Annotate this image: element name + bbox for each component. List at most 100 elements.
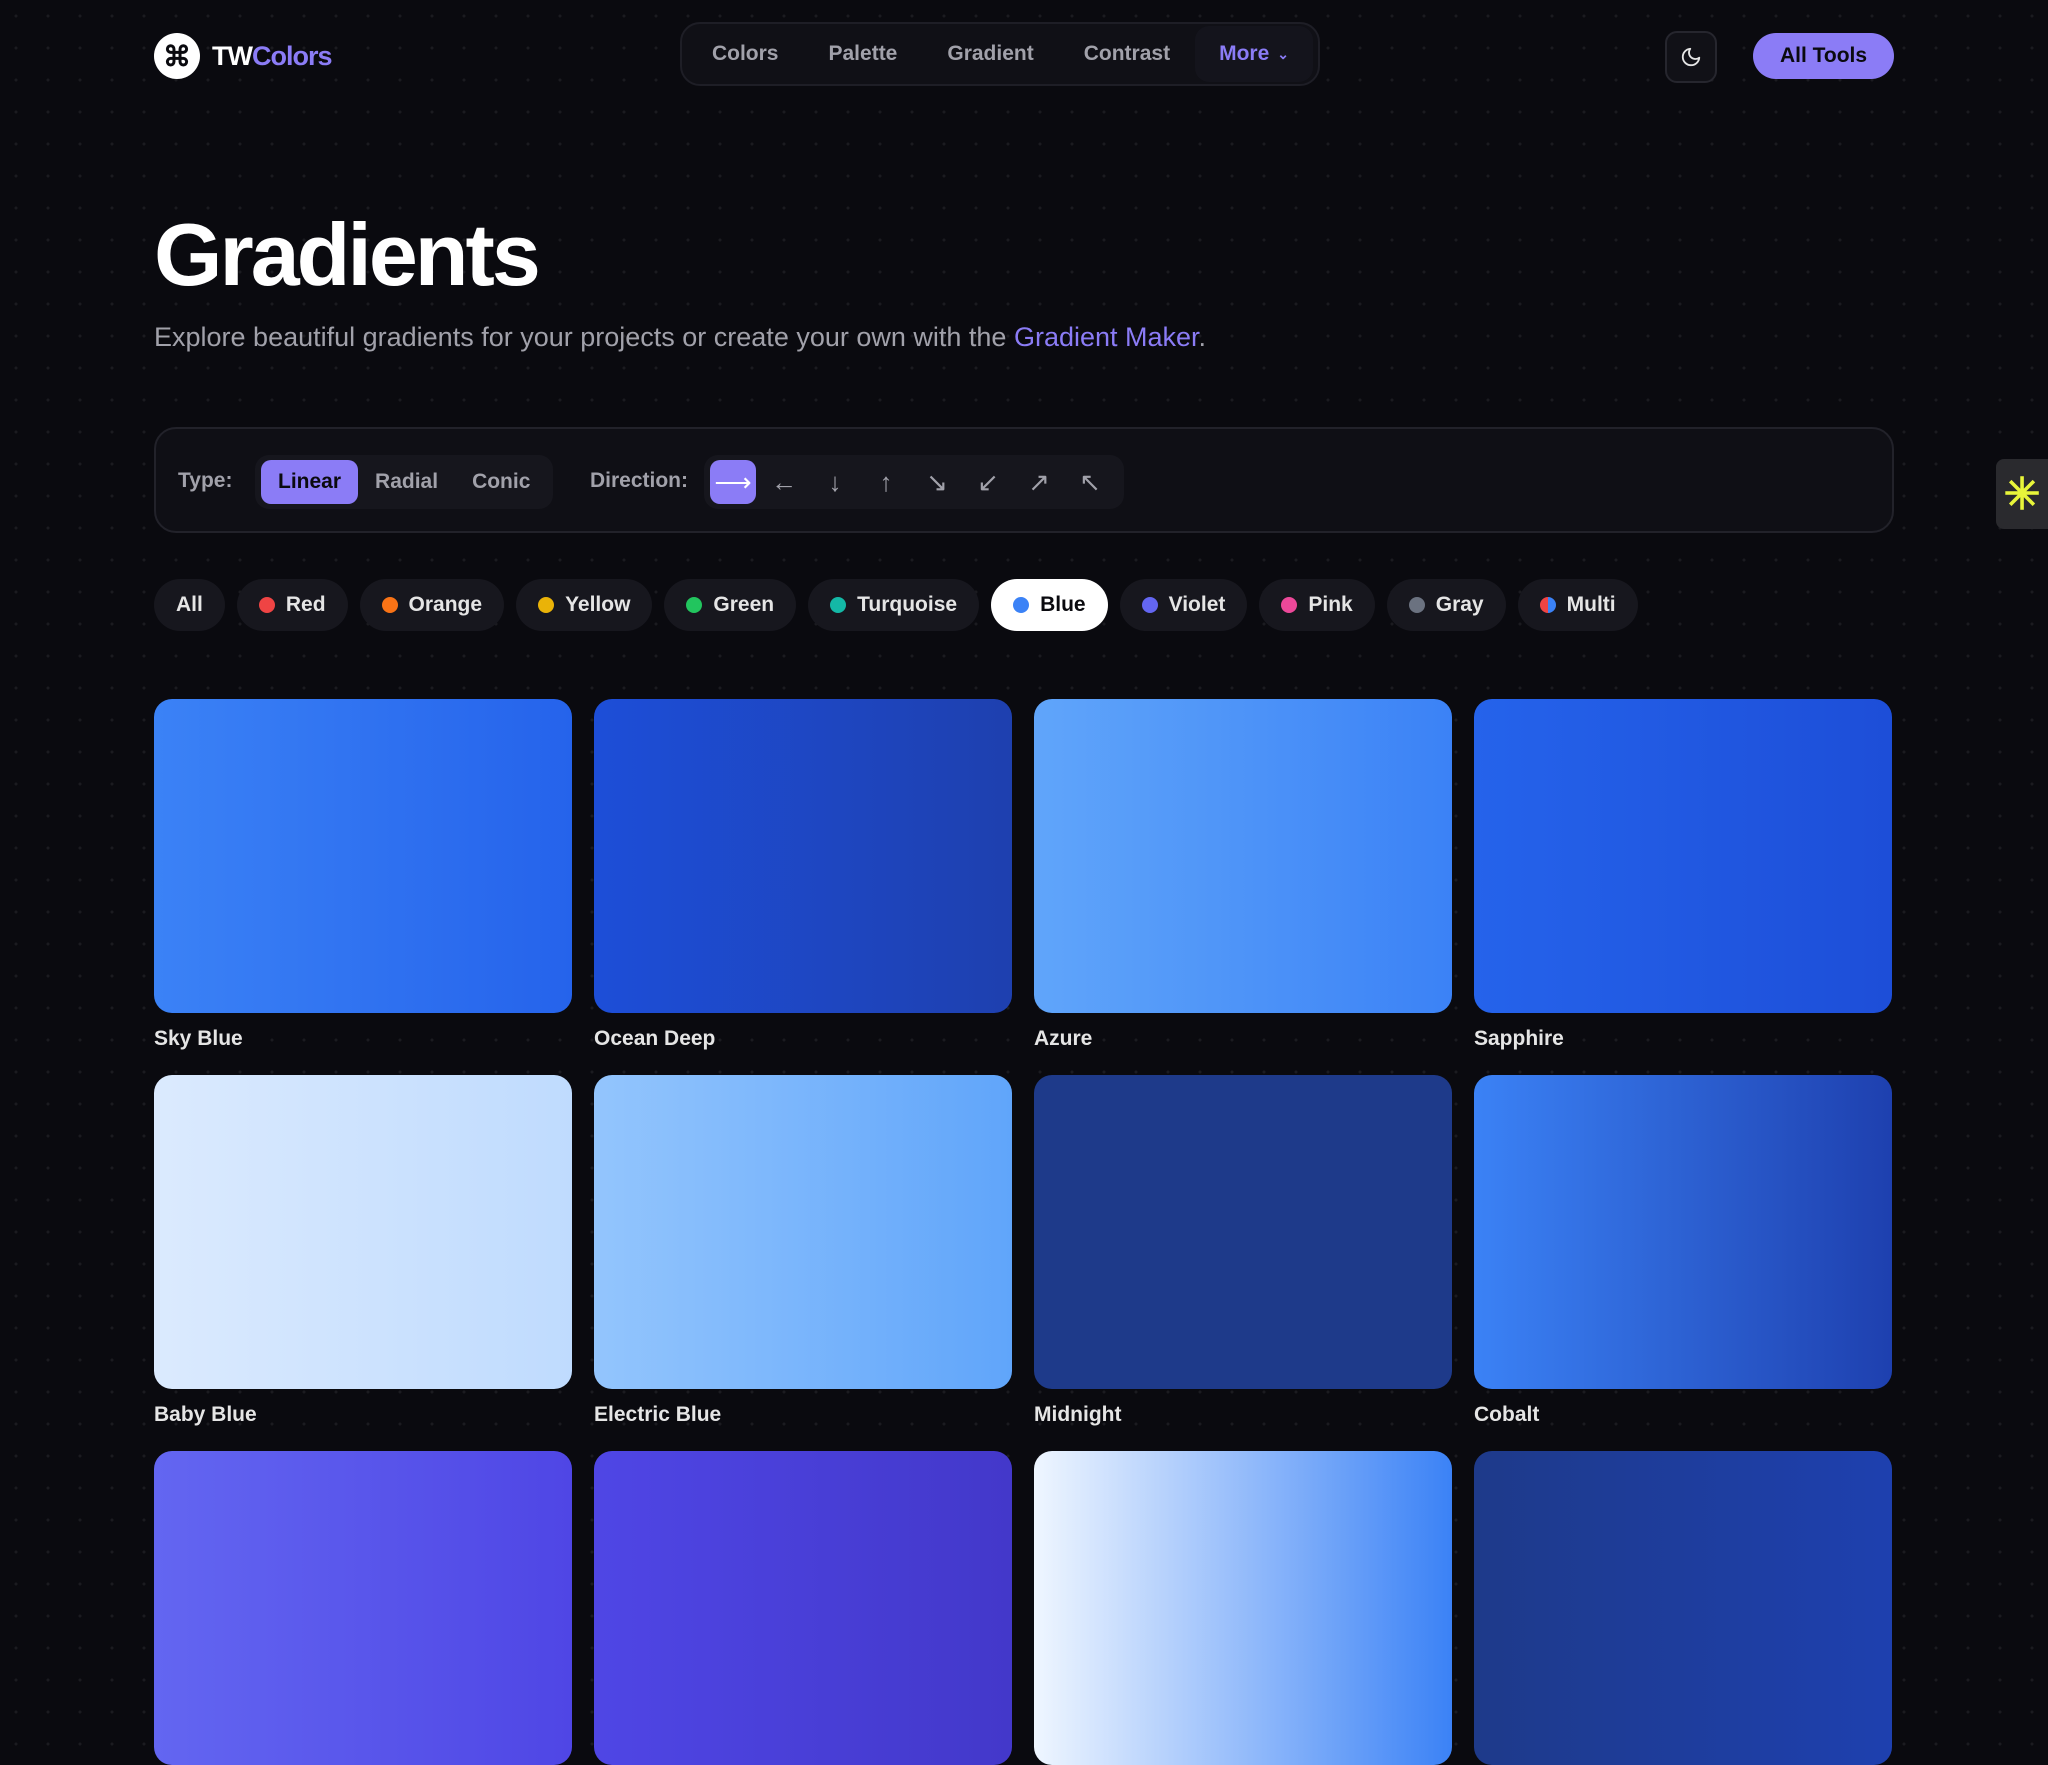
gradient-swatch[interactable]	[154, 699, 572, 1013]
gradient-card[interactable]: Sky Blue	[154, 699, 572, 1051]
nav-more-label: More	[1219, 42, 1270, 65]
arrow-left-icon[interactable]: ←	[761, 460, 807, 504]
type-conic-button[interactable]: Conic	[455, 460, 547, 504]
main-nav: Colors Palette Gradient Contrast More ⌄	[680, 22, 1320, 86]
gradient-name: Baby Blue	[154, 1403, 257, 1426]
asterisk-icon[interactable]: ✳	[1996, 459, 2048, 529]
gradient-swatch[interactable]	[1034, 1075, 1452, 1389]
filter-label: Orange	[408, 593, 483, 616]
gradient-swatch[interactable]	[594, 1451, 1012, 1765]
gradient-card[interactable]: Cobalt	[1474, 1075, 1892, 1427]
color-dot-icon	[538, 597, 555, 613]
all-tools-button[interactable]: All Tools	[1753, 33, 1894, 79]
filter-label: Blue	[1040, 593, 1086, 616]
nav-more-dropdown[interactable]: More ⌄	[1195, 26, 1313, 82]
gradient-swatch[interactable]	[594, 1075, 1012, 1389]
filter-pink-chip[interactable]: Pink	[1259, 579, 1375, 631]
type-linear-button[interactable]: Linear	[261, 460, 359, 504]
arrow-right-icon[interactable]: ⟶	[710, 460, 756, 504]
arrow-down-icon[interactable]: ↓	[812, 460, 858, 504]
nav-contrast[interactable]: Contrast	[1059, 26, 1195, 82]
brand-name: TWColors	[212, 40, 332, 71]
gradient-card[interactable]: Azure	[1034, 699, 1452, 1051]
filter-multi-chip[interactable]: Multi	[1517, 579, 1638, 631]
nav-colors[interactable]: Colors	[687, 26, 804, 82]
theme-toggle-button[interactable]	[1665, 31, 1717, 83]
gradient-swatch[interactable]	[1474, 1451, 1892, 1765]
gradient-swatch[interactable]	[1474, 699, 1892, 1013]
nav-palette[interactable]: Palette	[804, 26, 923, 82]
gradient-card[interactable]: Baby Blue	[154, 1075, 572, 1427]
filter-gray-chip[interactable]: Gray	[1386, 579, 1506, 631]
gradient-controls: Type: Linear Radial Conic Direction: ⟶ ← ↓ ↑ ↘…	[154, 427, 1894, 533]
gradient-card[interactable]: Midnight	[1034, 1075, 1452, 1427]
filter-label: Turquoise	[857, 593, 958, 616]
command-icon: ⌘	[154, 33, 200, 79]
gradient-card[interactable]: Sapphire	[1474, 699, 1892, 1051]
filter-violet-chip[interactable]: Violet	[1119, 579, 1248, 631]
color-dot-icon	[1141, 597, 1158, 613]
logo[interactable]: ⌘ TWColors	[154, 33, 332, 79]
gradient-swatch[interactable]	[594, 699, 1012, 1013]
gradient-swatch[interactable]	[1034, 699, 1452, 1013]
filter-all-chip[interactable]: All	[154, 579, 225, 631]
gradient-swatch[interactable]	[154, 1451, 572, 1765]
gradient-card[interactable]: Electric Blue	[594, 1075, 1012, 1427]
gradient-card[interactable]	[1034, 1451, 1452, 1765]
color-dot-icon	[1539, 597, 1556, 613]
gradient-swatch[interactable]	[1034, 1451, 1452, 1765]
color-dot-icon	[1013, 597, 1030, 613]
arrow-up-right-icon[interactable]: ↗	[1016, 460, 1062, 504]
page-subtitle: Explore beautiful gradients for your pro…	[154, 322, 1207, 352]
site-header: ⌘ TWColors Colors Palette Gradient Contr…	[0, 0, 2048, 112]
filter-green-chip[interactable]: Green	[664, 579, 797, 631]
filter-label: Green	[713, 593, 775, 616]
moon-icon	[1681, 47, 1701, 67]
nav-gradient[interactable]: Gradient	[922, 26, 1058, 82]
filter-label: All	[176, 593, 203, 616]
filter-label: Multi	[1566, 593, 1616, 616]
arrow-up-left-icon[interactable]: ↖	[1067, 460, 1113, 504]
filter-label: Red	[285, 593, 326, 616]
filter-label: Yellow	[565, 593, 631, 616]
gradient-swatch[interactable]	[154, 1075, 572, 1389]
color-dot-icon	[830, 597, 847, 613]
type-radial-button[interactable]: Radial	[358, 460, 455, 504]
color-dot-icon	[1281, 597, 1298, 613]
gradient-maker-link[interactable]: Gradient Maker	[1014, 322, 1199, 352]
filter-blue-chip[interactable]: Blue	[991, 579, 1108, 631]
type-label: Type:	[178, 469, 233, 492]
type-selector: Linear Radial Conic	[255, 455, 554, 509]
color-dot-icon	[1408, 597, 1425, 613]
gradient-card[interactable]	[154, 1451, 572, 1765]
chevron-down-icon: ⌄	[1277, 46, 1289, 62]
filter-label: Gray	[1435, 593, 1484, 616]
gradient-name: Sky Blue	[154, 1027, 243, 1050]
gradient-name: Ocean Deep	[594, 1027, 716, 1050]
direction-selector: ⟶ ← ↓ ↑ ↘ ↙ ↗ ↖	[704, 455, 1124, 509]
filter-yellow-chip[interactable]: Yellow	[516, 579, 653, 631]
arrow-up-icon[interactable]: ↑	[863, 460, 909, 504]
color-filter-bar: All Red Orange Yellow Green Turquoise Blue Viol…	[154, 579, 1638, 631]
page-title: Gradients	[154, 205, 541, 304]
gradient-name: Azure	[1034, 1027, 1093, 1050]
gradient-name: Sapphire	[1474, 1027, 1564, 1050]
gradient-swatch[interactable]	[1474, 1075, 1892, 1389]
filter-turquoise-chip[interactable]: Turquoise	[808, 579, 980, 631]
color-dot-icon	[258, 597, 275, 613]
arrow-down-left-icon[interactable]: ↙	[965, 460, 1011, 504]
arrow-down-right-icon[interactable]: ↘	[914, 460, 960, 504]
filter-label: Violet	[1168, 593, 1226, 616]
direction-label: Direction:	[590, 469, 689, 492]
gradient-card[interactable]	[1474, 1451, 1892, 1765]
filter-red-chip[interactable]: Red	[236, 579, 348, 631]
gradient-card[interactable]	[594, 1451, 1012, 1765]
gradient-name: Cobalt	[1474, 1403, 1540, 1426]
gradient-card[interactable]: Ocean Deep	[594, 699, 1012, 1051]
filter-label: Pink	[1308, 593, 1353, 616]
color-dot-icon	[686, 597, 703, 613]
color-dot-icon	[381, 597, 398, 613]
gradient-name: Midnight	[1034, 1403, 1122, 1426]
filter-orange-chip[interactable]: Orange	[359, 579, 505, 631]
gradient-name: Electric Blue	[594, 1403, 722, 1426]
